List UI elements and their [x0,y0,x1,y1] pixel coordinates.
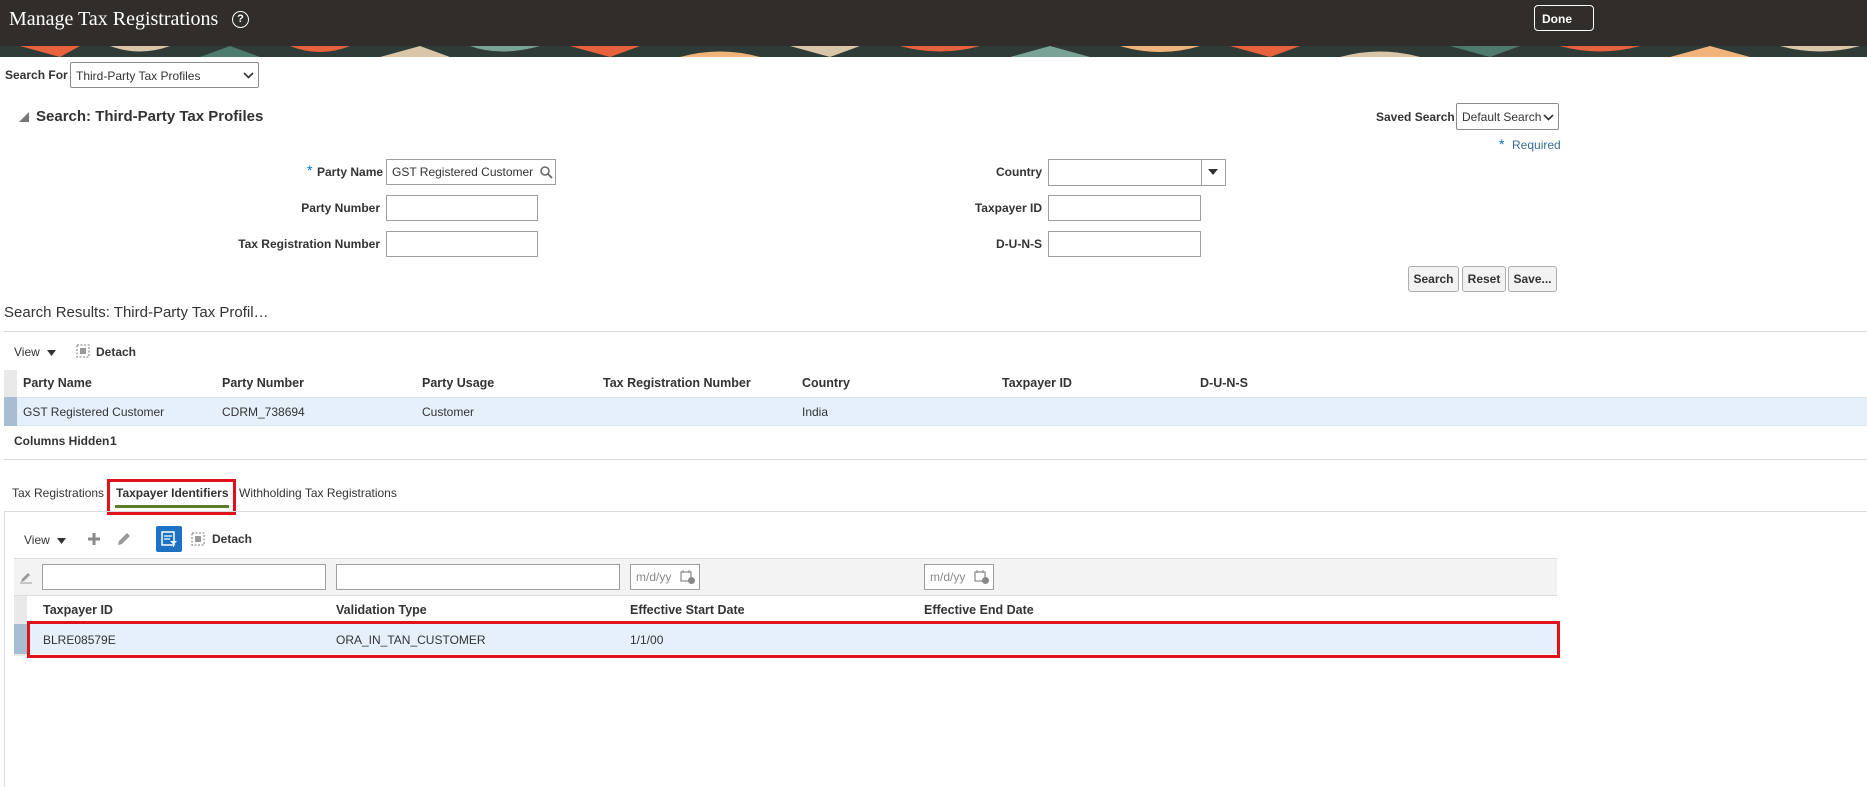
identifiers-view-label: View [24,533,50,547]
country-select[interactable] [1048,159,1226,186]
tab-withholding-tax-registrations[interactable]: Withholding Tax Registrations [239,486,397,500]
taxpayer-id-label: Taxpayer ID [974,201,1042,215]
identifiers-detach-label[interactable]: Detach [212,532,252,546]
chevron-down-icon [1543,114,1554,121]
column-header[interactable]: Country [802,376,850,390]
search-for-select[interactable]: Third-Party Tax Profiles [70,62,259,88]
edit-pencil-icon[interactable] [116,531,132,547]
divider [4,331,1867,332]
results-view-label: View [14,345,40,359]
results-title: Search Results: Third-Party Tax Profil… [4,304,269,321]
decorative-banner [0,46,1867,57]
dropdown-arrow-icon [47,350,57,356]
required-label: Required [1512,138,1561,152]
dropdown-arrow-icon [1208,169,1218,175]
saved-search-select[interactable]: Default Search [1456,103,1559,130]
column-header[interactable]: Party Number [222,376,304,390]
cell-party-number: CDRM_738694 [222,405,305,419]
results-view-menu[interactable]: View [14,345,57,359]
query-by-example-button[interactable] [156,526,182,552]
party-number-field[interactable] [386,195,538,221]
start-date-filter[interactable]: m/d/yy [630,564,700,590]
date-placeholder: m/d/yy [930,570,966,584]
column-header[interactable]: Effective End Date [924,603,1034,617]
page-title: Manage Tax Registrations [9,8,219,30]
dropdown-arrow-icon [57,538,67,544]
calendar-icon[interactable] [680,569,696,585]
columns-hidden-count: 1 [110,434,117,448]
divider [1201,160,1202,185]
column-header[interactable]: Effective Start Date [630,603,745,617]
detach-icon[interactable] [191,532,205,546]
column-header[interactable]: Taxpayer ID [43,603,113,617]
column-header[interactable]: Validation Type [336,603,427,617]
done-button[interactable]: Done [1534,5,1594,31]
add-icon[interactable] [87,532,101,546]
search-title: Search: Third-Party Tax Profiles [36,108,264,125]
party-name-field[interactable]: GST Registered Customer [386,159,556,185]
search-icon[interactable] [540,166,553,179]
validation-type-filter[interactable] [336,564,620,590]
column-header[interactable]: Taxpayer ID [1002,376,1072,390]
party-name-label: Party Name [317,165,384,179]
column-header[interactable]: D-U-N-S [1200,376,1248,390]
clear-filter-icon[interactable] [19,570,33,584]
columns-hidden-label: Columns Hidden [14,434,110,448]
column-header[interactable]: Party Name [23,376,92,390]
duns-field[interactable] [1048,231,1201,257]
divider [4,459,1867,460]
highlight-annotation [27,621,1560,658]
required-marker: * [307,162,313,178]
date-placeholder: m/d/yy [636,570,672,584]
row-selector[interactable] [14,624,27,654]
cell-country: India [802,405,829,419]
identifiers-view-menu[interactable]: View [24,533,67,547]
country-label: Country [996,165,1042,179]
search-for-label: Search For [5,68,68,82]
duns-label: D-U-N-S [996,237,1042,251]
highlight-annotation [107,479,236,515]
taxpayer-id-filter[interactable] [42,564,326,590]
row-selector[interactable] [4,397,17,426]
cell-party-name: GST Registered Customer [23,405,165,419]
taxpayer-id-field[interactable] [1048,195,1201,221]
saved-search-label: Saved Search [1376,110,1455,124]
filter-icon [161,531,177,547]
help-icon[interactable]: ? [232,11,249,28]
detach-icon[interactable] [76,344,90,358]
search-button[interactable]: Search [1408,266,1459,292]
collapse-triangle-icon[interactable] [19,112,29,122]
results-detach-label[interactable]: Detach [96,345,136,359]
required-marker: * [1499,136,1505,152]
party-name-value: GST Registered Customer [392,165,534,179]
reset-button[interactable]: Reset [1462,266,1506,292]
column-header[interactable]: Tax Registration Number [603,376,751,390]
save-button[interactable]: Save... [1508,266,1557,292]
party-number-label: Party Number [301,201,380,215]
search-for-value: Third-Party Tax Profiles [76,69,201,83]
cell-party-usage: Customer [422,405,475,419]
tab-tax-registrations[interactable]: Tax Registrations [12,486,104,500]
end-date-filter[interactable]: m/d/yy [924,564,994,590]
saved-search-value: Default Search [1462,110,1542,124]
calendar-icon[interactable] [974,569,990,585]
tax-registration-number-label: Tax Registration Number [238,237,380,251]
tax-registration-number-field[interactable] [386,231,538,257]
chevron-down-icon [243,72,254,79]
column-header[interactable]: Party Usage [422,376,494,390]
